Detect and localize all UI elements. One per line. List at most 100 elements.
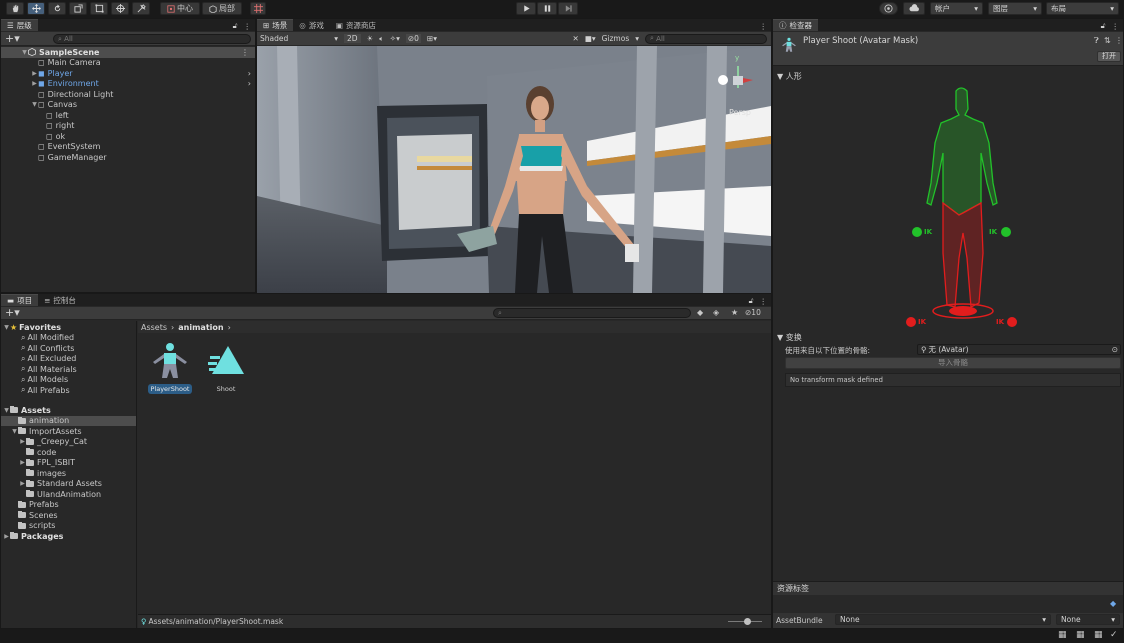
import-skeleton-button[interactable]: 导入骨骼 [785,357,1121,369]
hierarchy-item[interactable]: ▶ ◼ Environment › [1,79,255,90]
hierarchy-item[interactable]: ◻ left [1,110,255,121]
move-tool-button[interactable] [27,2,45,15]
scene-root-row[interactable]: ▼ SampleScene ⋮ [1,47,255,58]
chevron-right-icon[interactable]: › [248,79,251,88]
hidden-objects-toggle[interactable]: ⊘0 [405,34,421,43]
lighting-bulb-icon[interactable]: ☀ [367,34,374,43]
hierarchy-item[interactable]: ◻ EventSystem [1,142,255,153]
chevron-right-icon[interactable]: › [248,69,251,78]
transform-section-header[interactable]: ▼ 变换 [777,332,802,343]
folder-item[interactable]: ▶ FPL_ISBIT [1,458,136,469]
expand-arrow-icon[interactable]: ▶ [19,480,26,487]
scale-tool-button[interactable] [69,2,87,15]
rotate-tool-button[interactable] [48,2,66,15]
hierarchy-item[interactable]: ◻ Directional Light [1,89,255,100]
cloud-button[interactable] [903,2,925,15]
lock-icon[interactable]: 🔓︎ [1101,21,1106,31]
folder-item[interactable]: images [1,468,136,479]
hand-tool-button[interactable] [6,2,24,15]
search-by-label-icon[interactable]: ◈ [713,308,719,317]
camera-icon[interactable]: ■▾ [585,34,596,43]
custom-tool-button[interactable] [132,2,150,15]
create-asset-button[interactable]: +▾ [5,306,20,319]
tab-asset-store[interactable]: ▣ 资源商店 [329,19,382,31]
hierarchy-item[interactable]: ◻ Main Camera [1,58,255,69]
packages-root-row[interactable]: ▶ Packages [1,531,136,542]
folder-item[interactable]: UIandAnimation [1,489,136,500]
auto-generate-lighting-icon[interactable]: ▦ [1058,630,1067,640]
kebab-menu-icon[interactable]: ⋮ [244,22,252,31]
favorite-item[interactable]: ⌕ All Excluded [1,354,136,365]
avatar-mask-body-diagram[interactable] [901,83,1031,333]
expand-arrow-icon[interactable]: ▼ [11,428,18,435]
asset-bundle-dropdown[interactable]: None ▾ [835,614,1051,625]
grid-snap-button[interactable] [250,2,266,15]
folder-item[interactable]: code [1,447,136,458]
icon-size-slider-thumb[interactable] [744,618,751,625]
folder-item[interactable]: Prefabs [1,500,136,511]
expand-arrow-icon[interactable]: ▶ [31,80,38,87]
favorite-item[interactable]: ⌕ All Modified [1,333,136,344]
humanoid-section-header[interactable]: ▼ 人形 [777,71,802,82]
hidden-packages-toggle[interactable]: ⊘10 [745,308,761,317]
progress-check-icon[interactable]: ✓ [1110,630,1118,640]
expand-arrow-icon[interactable]: ▼ [31,101,38,108]
folder-item[interactable]: animation [1,415,136,426]
favorite-item[interactable]: ⌕ All Conflicts [1,343,136,354]
favorite-item[interactable]: ⌕ All Prefabs [1,385,136,396]
tab-console[interactable]: ≡ 控制台 [38,294,82,306]
kebab-menu-icon[interactable]: ⋮ [760,297,768,306]
step-button[interactable] [558,2,578,15]
favorite-star-icon[interactable]: ★ [731,308,738,317]
lock-icon[interactable]: 🔓︎ [749,296,754,306]
expand-arrow-icon[interactable]: ▶ [19,459,26,466]
asset-tile-shoot[interactable]: Shoot [204,340,248,398]
play-button[interactable] [516,2,536,15]
pivot-center-toggle[interactable]: 中心 [160,2,200,15]
toggle-2d-button[interactable]: 2D [344,34,361,43]
kebab-menu-icon[interactable]: ⋮ [1112,22,1120,31]
shading-mode-dropdown[interactable]: Shaded ▾ [260,34,338,43]
label-tag-icon[interactable]: ◆ [1110,599,1116,608]
effects-icon[interactable]: ✧▾ [390,34,400,43]
audio-speaker-icon[interactable]: 🔈︎ [379,34,384,44]
hierarchy-item[interactable]: ◻ GameManager [1,152,255,163]
grid-visibility-icon[interactable]: ⊞▾ [427,34,437,43]
tab-game[interactable]: ◎ 游戏 [293,19,330,31]
tab-scene[interactable]: ⊞ 场景 [257,19,294,31]
hierarchy-search-input[interactable]: ⌕ All [53,34,251,44]
create-add-button[interactable]: +▾ [5,32,20,45]
search-by-type-icon[interactable]: ◆ [697,308,703,317]
scene-search-input[interactable]: ⌕ All [645,33,767,44]
expand-arrow-icon[interactable]: ▼ [21,49,28,56]
collab-button[interactable] [879,2,898,15]
scene-menu-icon[interactable]: ⋮ [241,48,249,57]
folder-item[interactable]: scripts [1,521,136,532]
layers-dropdown[interactable]: 图层 ▾ [988,2,1042,15]
hierarchy-item[interactable]: ▼ ◻ Canvas [1,100,255,111]
component-menu-icon[interactable]: ⋮ [1115,36,1123,45]
asset-variant-dropdown[interactable]: None ▾ [1056,614,1120,625]
hierarchy-item[interactable]: ◻ ok [1,131,255,142]
help-icon[interactable]: ❓︎ [1094,36,1099,46]
tab-inspector[interactable]: ⓘ 检查器 [773,19,818,31]
assets-root-row[interactable]: ▼ Assets [1,405,136,416]
tools-settings-icon[interactable]: ✕ [572,34,578,43]
favorites-row[interactable]: ▼ ★ Favorites [1,322,136,333]
gizmos-dropdown[interactable]: Gizmos ▾ [602,34,639,43]
pause-button[interactable] [537,2,557,15]
hierarchy-item[interactable]: ◻ right [1,121,255,132]
expand-arrow-icon[interactable]: ▼ [3,407,10,414]
account-dropdown[interactable]: 帐户 ▾ [930,2,983,15]
pivot-local-toggle[interactable]: 局部 [202,2,242,15]
rect-tool-button[interactable] [90,2,108,15]
folder-item[interactable]: ▶ Standard Assets [1,479,136,490]
right-foot-ik-toggle[interactable] [1007,317,1017,327]
right-hand-ik-toggle[interactable] [1001,227,1011,237]
transform-tool-button[interactable] [111,2,129,15]
tab-project[interactable]: ▬ 项目 [1,294,39,306]
preset-icon[interactable]: ⇅ [1104,36,1111,45]
favorite-item[interactable]: ⌕ All Models [1,375,136,386]
lock-icon[interactable]: 🔓︎ [233,21,238,31]
left-foot-ik-toggle[interactable] [906,317,916,327]
